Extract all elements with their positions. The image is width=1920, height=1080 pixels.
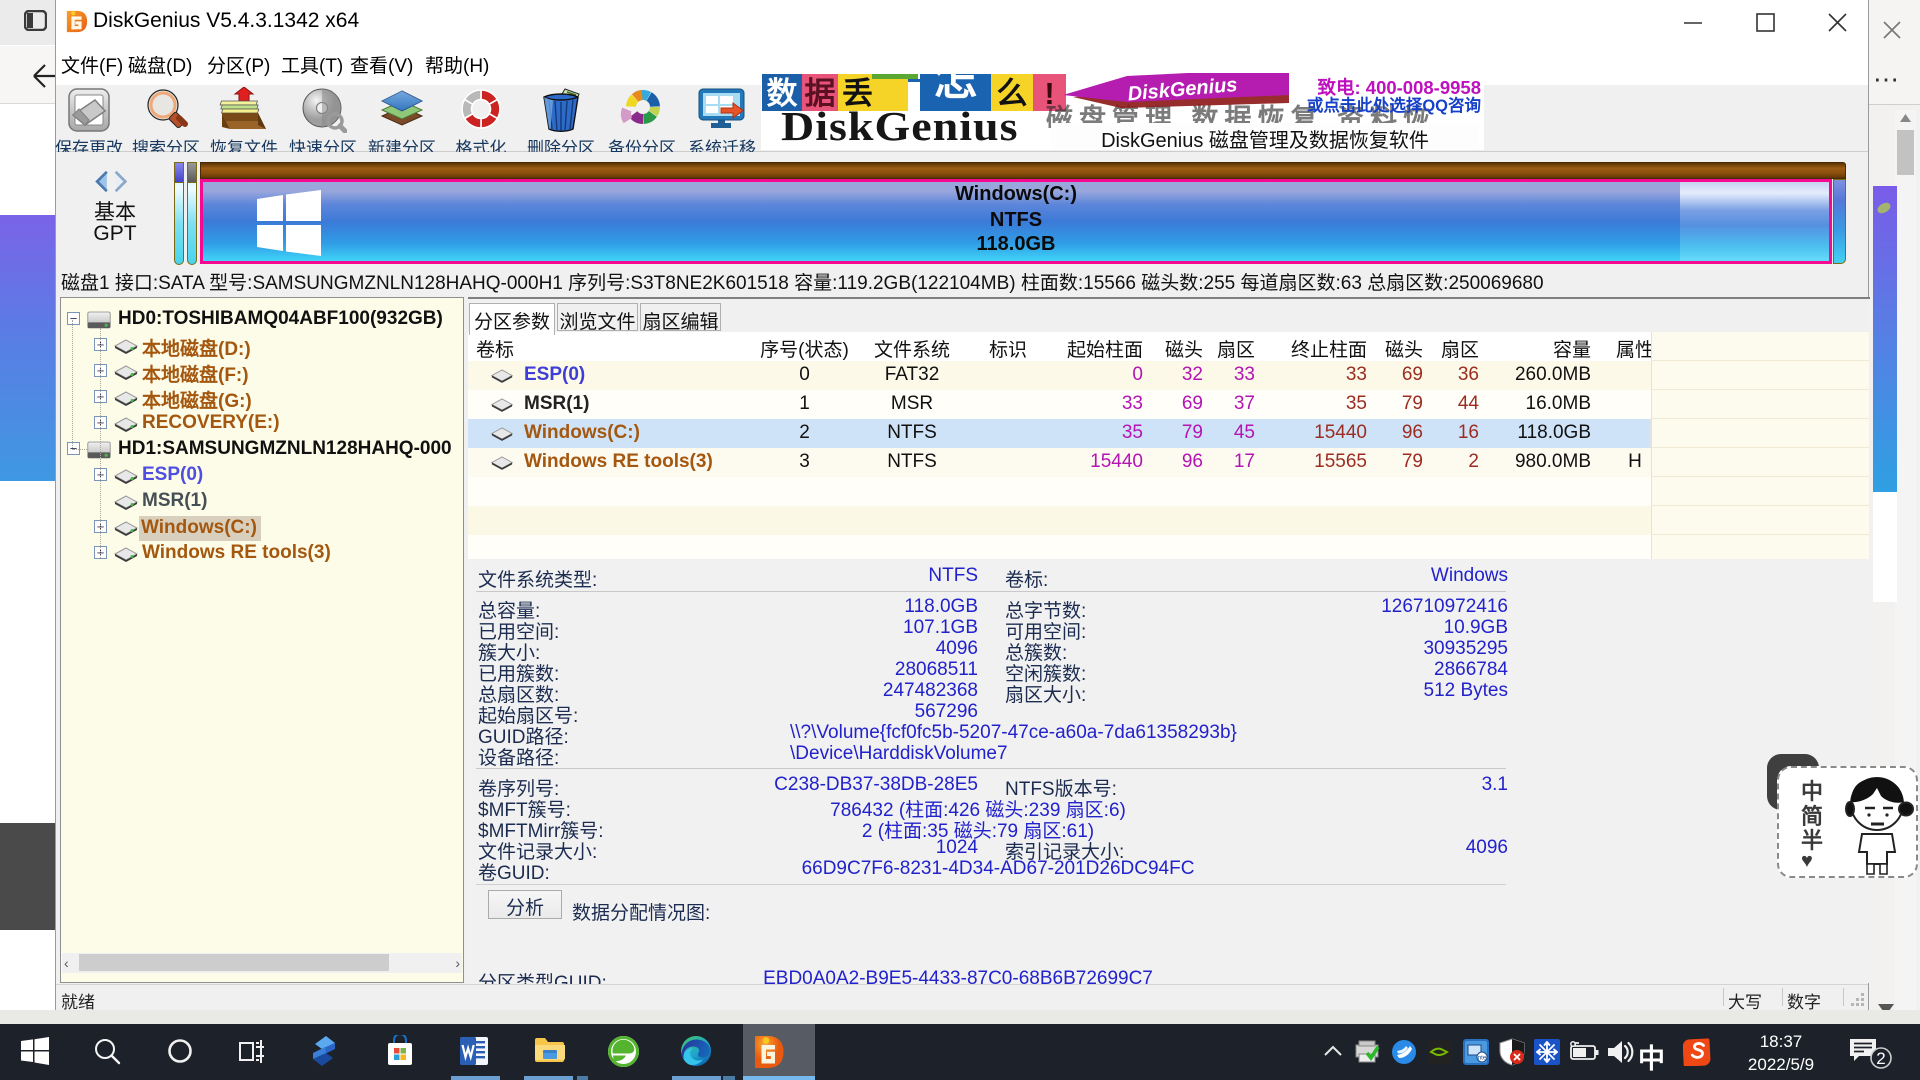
svg-text:2: 2: [1876, 1049, 1885, 1068]
svg-text:intel: intel: [1476, 1056, 1487, 1062]
